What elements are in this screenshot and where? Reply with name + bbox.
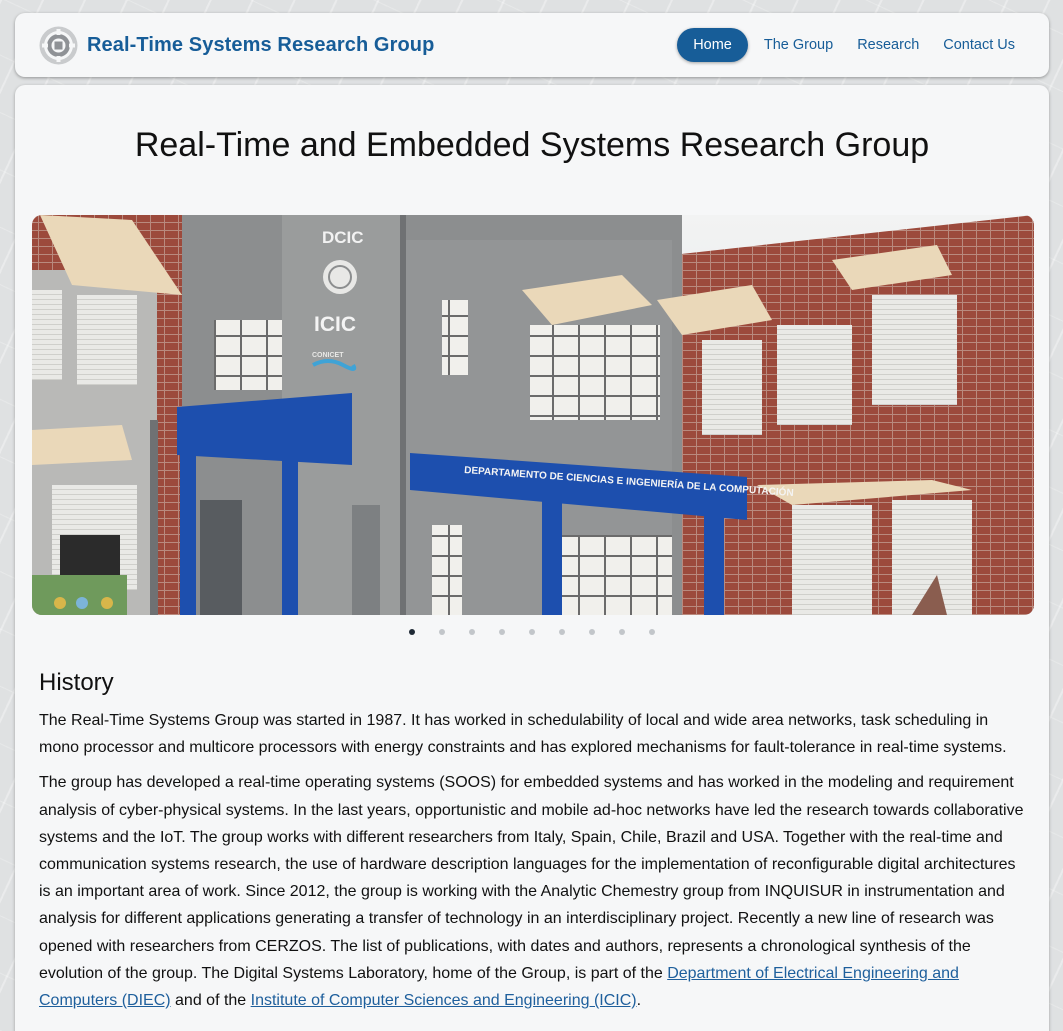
icic-sign: ICIC <box>314 313 356 336</box>
history-paragraph-2-text: The group has developed a real-time oper… <box>39 774 1024 982</box>
history-section: History The Real-Time Systems Group was … <box>39 669 1029 1022</box>
carousel-dot-7[interactable] <box>589 629 595 635</box>
gear-logo-icon <box>39 26 78 64</box>
carousel-dot-5[interactable] <box>529 629 535 635</box>
carousel-dot-3[interactable] <box>469 629 475 635</box>
navbar: Real-Time Systems Research Group Home Th… <box>15 13 1049 77</box>
brand-link[interactable]: Real-Time Systems Research Group <box>38 25 434 66</box>
dcic-sign: DCIC <box>322 228 364 247</box>
carousel-indicators <box>15 629 1049 639</box>
conicet-sign: CONICET <box>312 352 344 359</box>
carousel-dot-1[interactable] <box>409 629 415 635</box>
page-title: Real-Time and Embedded Systems Research … <box>134 126 930 164</box>
carousel-dot-6[interactable] <box>559 629 565 635</box>
history-paragraph-2-mid: and of the <box>170 992 251 1010</box>
nav-contact-us[interactable]: Contact Us <box>931 28 1027 62</box>
carousel-dot-4[interactable] <box>499 629 505 635</box>
history-paragraph-2: The group has developed a real-time oper… <box>39 769 1029 1014</box>
link-icic[interactable]: Institute of Computer Sciences and Engin… <box>251 992 637 1009</box>
hero-carousel-slide[interactable]: DEPARTAMENTO DE CIENCIAS E INGENIERÍA DE… <box>32 215 1034 615</box>
main-nav: Home The Group Research Contact Us <box>677 28 1027 62</box>
nav-research[interactable]: Research <box>845 28 931 62</box>
nav-the-group[interactable]: The Group <box>752 28 845 62</box>
brand-title: Real-Time Systems Research Group <box>87 33 435 56</box>
carousel-dot-2[interactable] <box>439 629 445 635</box>
carousel-dot-9[interactable] <box>649 629 655 635</box>
building-photo: DEPARTAMENTO DE CIENCIAS E INGENIERÍA DE… <box>32 215 1034 615</box>
history-paragraph-2-end: . <box>636 992 642 1010</box>
nav-home[interactable]: Home <box>677 28 748 62</box>
carousel-dot-8[interactable] <box>619 629 625 635</box>
main-card: Real-Time and Embedded Systems Research … <box>15 85 1049 1031</box>
history-paragraph-1: The Real-Time Systems Group was started … <box>39 712 1007 757</box>
history-heading: History <box>39 669 114 696</box>
